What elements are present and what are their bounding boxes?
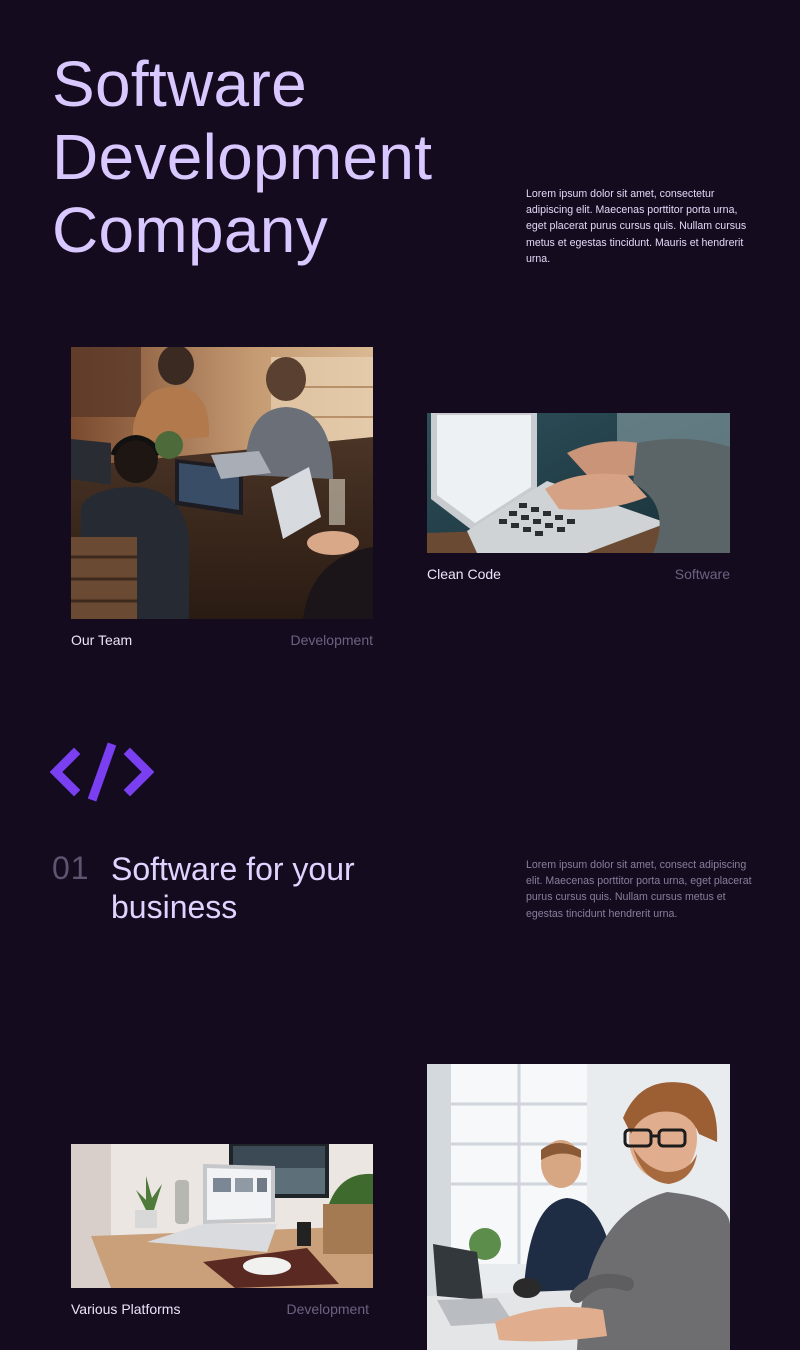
feature-title-line: Software for your	[111, 851, 355, 887]
gallery-item-category: Software	[674, 566, 730, 582]
hero-title-line: Company	[52, 194, 329, 266]
gallery-item-category: Development	[286, 1301, 370, 1317]
developers-office-illustration	[427, 1064, 730, 1350]
gallery-item-title[interactable]: Various Platforms	[71, 1300, 180, 1318]
laptop-typing-illustration	[427, 413, 730, 553]
hero-title: Software Development Company	[52, 48, 432, 267]
team-meeting-illustration	[71, 347, 373, 619]
page: Software Development Company Lorem ipsum…	[0, 0, 800, 1350]
developers-office-photo[interactable]	[427, 1064, 730, 1350]
gallery-item-title[interactable]: Our Team	[71, 631, 132, 649]
hero-title-line: Software	[52, 48, 307, 120]
code-brackets-icon	[50, 742, 154, 802]
feature-title-line: business	[111, 889, 238, 925]
team-meeting-photo[interactable]	[71, 347, 373, 619]
laptop-typing-photo[interactable]	[427, 413, 730, 553]
desk-laptop-illustration	[71, 1144, 373, 1288]
gallery-item-category: Development	[290, 632, 374, 648]
feature-title: Software for your business	[111, 850, 355, 926]
feature-description: Lorem ipsum dolor sit amet, consect adip…	[526, 859, 752, 920]
feature-number: 01	[52, 850, 90, 886]
gallery-item-title[interactable]: Clean Code	[427, 565, 501, 583]
hero-description: Lorem ipsum dolor sit amet, consectetur …	[526, 188, 747, 265]
hero-title-line: Development	[52, 121, 433, 193]
desk-laptop-photo[interactable]	[71, 1144, 373, 1288]
